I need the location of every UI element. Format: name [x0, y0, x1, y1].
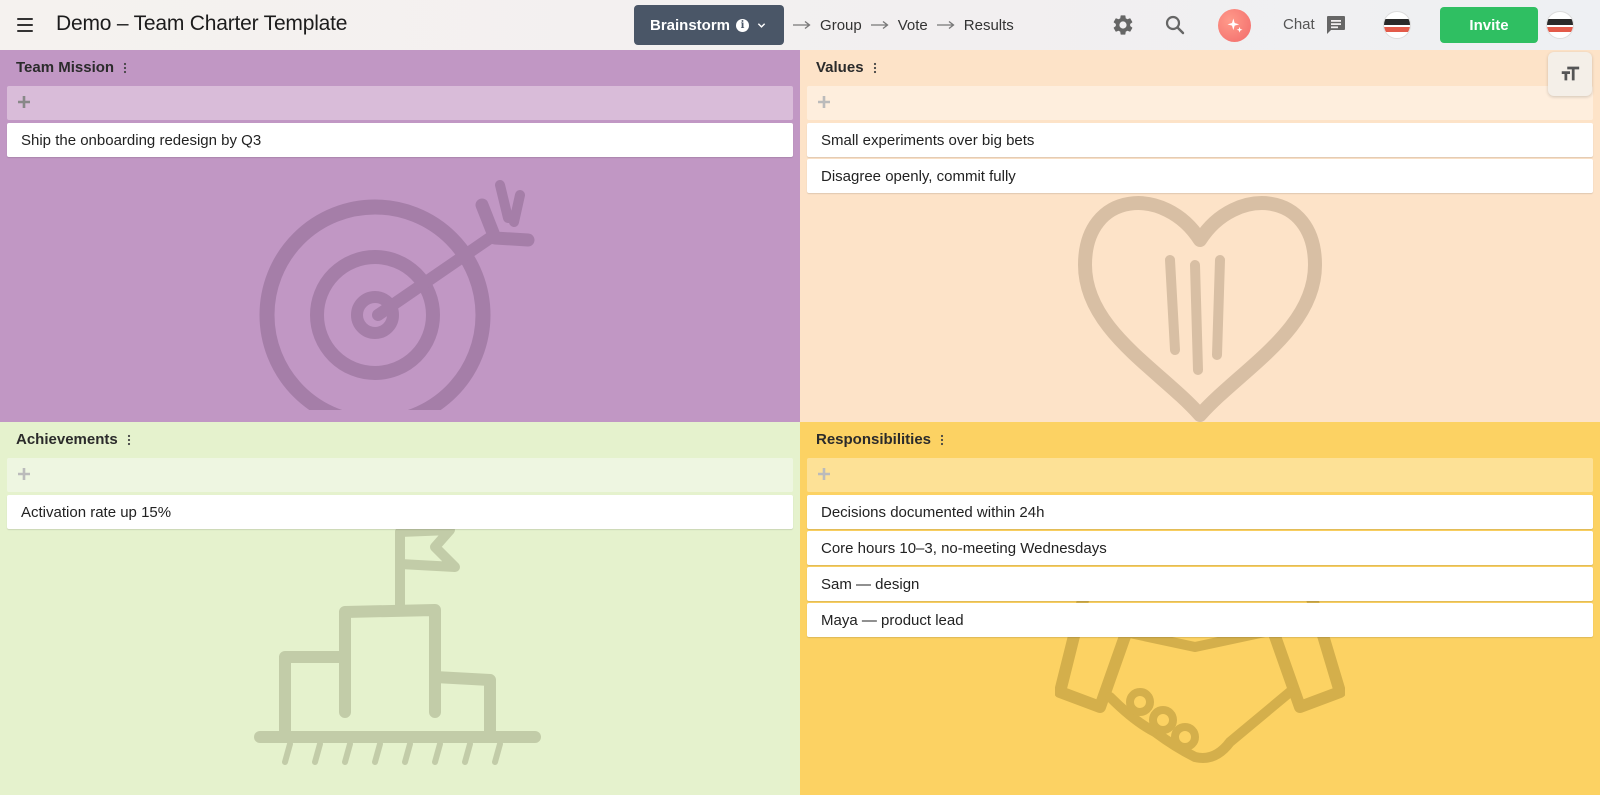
responsibilities-column: Responsibilities Decisions documented wi… [800, 422, 1600, 795]
card[interactable]: Decisions documented within 24h [807, 495, 1593, 529]
stage-brainstorm-label: Brainstorm [650, 16, 731, 34]
plus-icon [18, 96, 30, 108]
kebab-menu-icon[interactable] [120, 61, 130, 75]
stage-brainstorm-button[interactable]: Brainstorm i [634, 5, 785, 45]
achievements-column: Achievements Activation rate up 15% [0, 422, 800, 795]
ai-assistant-button[interactable] [1218, 9, 1251, 42]
values-column: Values Small experiments over big bets D… [800, 50, 1600, 422]
top-bar: Demo – Team Charter Template Brainstorm … [0, 0, 1600, 50]
plus-icon [18, 468, 30, 480]
card-list: Activation rate up 15% [7, 495, 793, 531]
column-title: Team Mission [16, 59, 115, 76]
card[interactable]: Core hours 10–3, no-meeting Wednesdays [807, 531, 1593, 565]
text-size-button[interactable] [1548, 52, 1592, 96]
card[interactable]: Disagree openly, commit fully [807, 159, 1593, 193]
arrow-right-icon [870, 20, 889, 30]
column-title: Achievements [16, 431, 118, 448]
kebab-menu-icon[interactable] [124, 433, 134, 447]
chat-bubble-icon[interactable] [1324, 13, 1348, 37]
card-list: Decisions documented within 24h Core hou… [807, 495, 1593, 639]
card[interactable]: Maya — product lead [807, 603, 1593, 637]
stage-results[interactable]: Results [964, 17, 1014, 34]
menu-icon[interactable] [14, 14, 36, 36]
add-card-button[interactable] [807, 458, 1593, 492]
gear-icon[interactable] [1111, 13, 1135, 37]
text-size-icon [1561, 66, 1580, 81]
stage-vote[interactable]: Vote [898, 17, 928, 34]
card[interactable]: Ship the onboarding redesign by Q3 [7, 123, 793, 157]
add-card-button[interactable] [7, 86, 793, 120]
kebab-menu-icon[interactable] [870, 61, 880, 75]
heart-icon [1078, 196, 1322, 422]
card[interactable]: Activation rate up 15% [7, 495, 793, 529]
chat-label[interactable]: Chat [1283, 16, 1315, 33]
info-icon[interactable]: i [736, 18, 750, 32]
kebab-menu-icon[interactable] [937, 433, 947, 447]
card[interactable]: Sam — design [807, 567, 1593, 601]
add-card-button[interactable] [807, 86, 1593, 120]
card-list: Ship the onboarding redesign by Q3 [7, 123, 793, 159]
podium-icon [254, 525, 541, 765]
board-title: Demo – Team Charter Template [56, 12, 348, 35]
column-title: Values [816, 59, 864, 76]
card-list: Small experiments over big bets Disagree… [807, 123, 1593, 195]
target-icon [259, 180, 535, 410]
plus-icon [818, 96, 830, 108]
mission-column: Team Mission Ship the onboarding redesig… [0, 50, 800, 422]
sparkle-icon [1227, 18, 1242, 33]
invite-button[interactable]: Invite [1440, 7, 1538, 43]
column-title: Responsibilities [816, 431, 932, 448]
arrow-right-icon [936, 20, 955, 30]
avatar[interactable] [1383, 11, 1411, 39]
stage-stepper: Brainstorm i Group Vote Results [634, 5, 1014, 45]
chevron-down-icon [757, 22, 766, 28]
search-icon[interactable] [1163, 13, 1187, 37]
add-card-button[interactable] [7, 458, 793, 492]
avatar[interactable] [1546, 11, 1574, 39]
arrow-right-icon [793, 20, 811, 30]
plus-icon [818, 468, 830, 480]
stage-group[interactable]: Group [820, 17, 862, 34]
card[interactable]: Small experiments over big bets [807, 123, 1593, 157]
